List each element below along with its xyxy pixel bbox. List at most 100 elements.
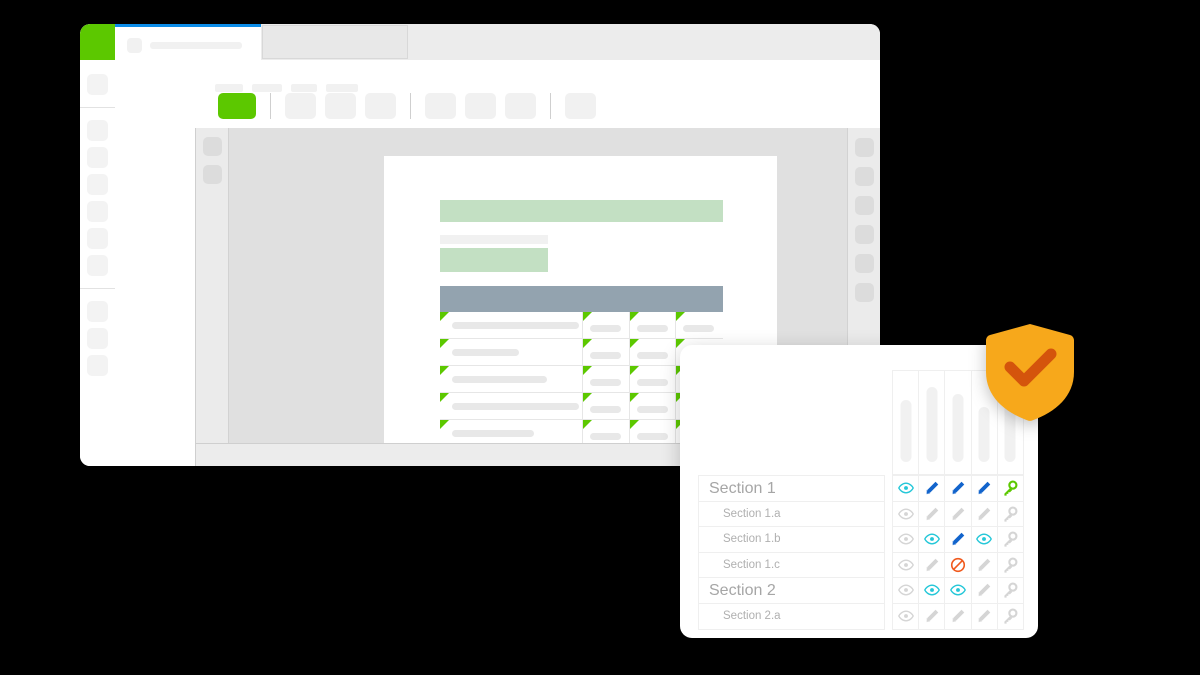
pencil-icon[interactable] <box>945 501 972 526</box>
menu-item-1[interactable] <box>215 84 243 92</box>
ws-right-item-3[interactable] <box>854 196 874 215</box>
key-icon[interactable] <box>998 476 1023 501</box>
document-subtitle-banner <box>440 248 548 272</box>
pencil-icon[interactable] <box>945 527 972 552</box>
eye-icon[interactable] <box>893 476 920 501</box>
toolbar-primary-button[interactable] <box>218 93 256 119</box>
rail-icon-7[interactable] <box>87 255 108 276</box>
toolbar <box>195 60 880 129</box>
column-header-placeholder <box>926 387 938 462</box>
permissions-row-label[interactable]: Section 1.b <box>699 527 884 553</box>
pencil-icon[interactable] <box>972 501 998 526</box>
tab-active[interactable] <box>115 24 261 60</box>
menu-item-4[interactable] <box>326 84 358 92</box>
rail-icon-9[interactable] <box>87 328 108 349</box>
toolbar-button-6[interactable] <box>465 93 496 119</box>
toolbar-button-8[interactable] <box>565 93 596 119</box>
permissions-row-label[interactable]: Section 1 <box>699 476 884 502</box>
rail-icon-10[interactable] <box>87 355 108 376</box>
permissions-row-label[interactable]: Section 2.a <box>699 604 884 630</box>
key-icon[interactable] <box>998 527 1023 552</box>
permissions-row-label[interactable]: Section 1.c <box>699 553 884 578</box>
eye-icon[interactable] <box>893 578 920 603</box>
key-icon[interactable] <box>998 502 1023 527</box>
key-icon[interactable] <box>998 553 1023 578</box>
eye-icon[interactable] <box>893 501 920 526</box>
pencil-icon[interactable] <box>945 476 972 501</box>
rail-icon-8[interactable] <box>87 301 108 322</box>
app-logo-icon <box>80 24 115 60</box>
cell-value-placeholder <box>636 379 668 386</box>
toolbar-button-5[interactable] <box>425 93 456 119</box>
ws-right-item-5[interactable] <box>854 254 874 273</box>
cell-flag-icon <box>583 393 592 402</box>
pencil-icon[interactable] <box>972 578 998 603</box>
perm-col-3 <box>945 371 972 474</box>
toolbar-button-4[interactable] <box>365 93 396 119</box>
tab-title-placeholder <box>150 42 242 49</box>
cell-flag-icon <box>629 312 639 321</box>
pencil-icon[interactable] <box>972 552 998 577</box>
pencil-icon[interactable] <box>919 603 946 629</box>
ban-icon[interactable] <box>945 552 972 577</box>
eye-icon[interactable] <box>945 578 972 603</box>
rail-icon-6[interactable] <box>87 228 108 249</box>
toolbar-button-3[interactable] <box>325 93 356 119</box>
rail-icon-3[interactable] <box>87 147 108 168</box>
column-header-placeholder <box>952 394 964 462</box>
key-icon[interactable] <box>998 604 1023 630</box>
toolbar-separator <box>550 93 551 119</box>
table-cell <box>583 312 630 338</box>
shield-check-icon <box>984 322 1076 422</box>
eye-icon[interactable] <box>893 603 920 629</box>
permissions-row <box>893 552 1023 578</box>
permissions-row <box>893 501 1023 527</box>
toolbar-button-7[interactable] <box>505 93 536 119</box>
rail-icon-2[interactable] <box>87 120 108 141</box>
cell-flag-icon <box>629 366 639 375</box>
perm-col-2 <box>919 371 946 474</box>
rail-icon-1[interactable] <box>87 74 108 95</box>
menu-item-2[interactable] <box>252 84 282 92</box>
toolbar-button-2[interactable] <box>285 93 316 119</box>
menu-item-3[interactable] <box>291 84 317 92</box>
ws-left-item-1[interactable] <box>202 137 222 156</box>
cell-flag-icon <box>629 393 639 402</box>
ws-left-item-2[interactable] <box>202 165 222 184</box>
pencil-icon[interactable] <box>919 476 946 501</box>
ws-right-item-2[interactable] <box>854 167 874 186</box>
menu-bar <box>215 84 358 92</box>
column-header-placeholder <box>900 400 912 462</box>
eye-icon[interactable] <box>919 578 946 603</box>
permissions-row-label[interactable]: Section 2 <box>699 578 884 604</box>
cell-flag-icon <box>440 393 449 402</box>
pencil-icon[interactable] <box>945 603 972 629</box>
key-icon[interactable] <box>998 578 1023 603</box>
rail-icon-4[interactable] <box>87 174 108 195</box>
cell-value-placeholder <box>683 325 714 332</box>
tab-inactive[interactable] <box>262 25 408 59</box>
eye-icon[interactable] <box>972 527 998 552</box>
eye-icon[interactable] <box>893 527 920 552</box>
eye-icon[interactable] <box>893 552 920 577</box>
cell-value-placeholder <box>452 403 579 410</box>
ws-right-item-1[interactable] <box>854 138 874 157</box>
pencil-icon[interactable] <box>972 476 998 501</box>
pencil-icon[interactable] <box>919 552 946 577</box>
permissions-row <box>893 578 1023 604</box>
permissions-row-label[interactable]: Section 1.a <box>699 502 884 527</box>
cell-flag-icon <box>440 339 449 348</box>
pencil-icon[interactable] <box>972 603 998 629</box>
pencil-icon[interactable] <box>919 501 946 526</box>
cell-flag-icon <box>583 366 592 375</box>
permissions-row <box>893 476 1023 502</box>
workspace-left-panel <box>196 128 229 444</box>
left-icon-rail <box>80 60 115 466</box>
eye-icon[interactable] <box>919 527 946 552</box>
cell-flag-icon <box>583 312 592 321</box>
ws-right-item-6[interactable] <box>854 283 874 302</box>
rail-icon-5[interactable] <box>87 201 108 222</box>
ws-right-item-4[interactable] <box>854 225 874 244</box>
cell-value-placeholder <box>590 406 621 413</box>
cell-value-placeholder <box>590 433 621 440</box>
